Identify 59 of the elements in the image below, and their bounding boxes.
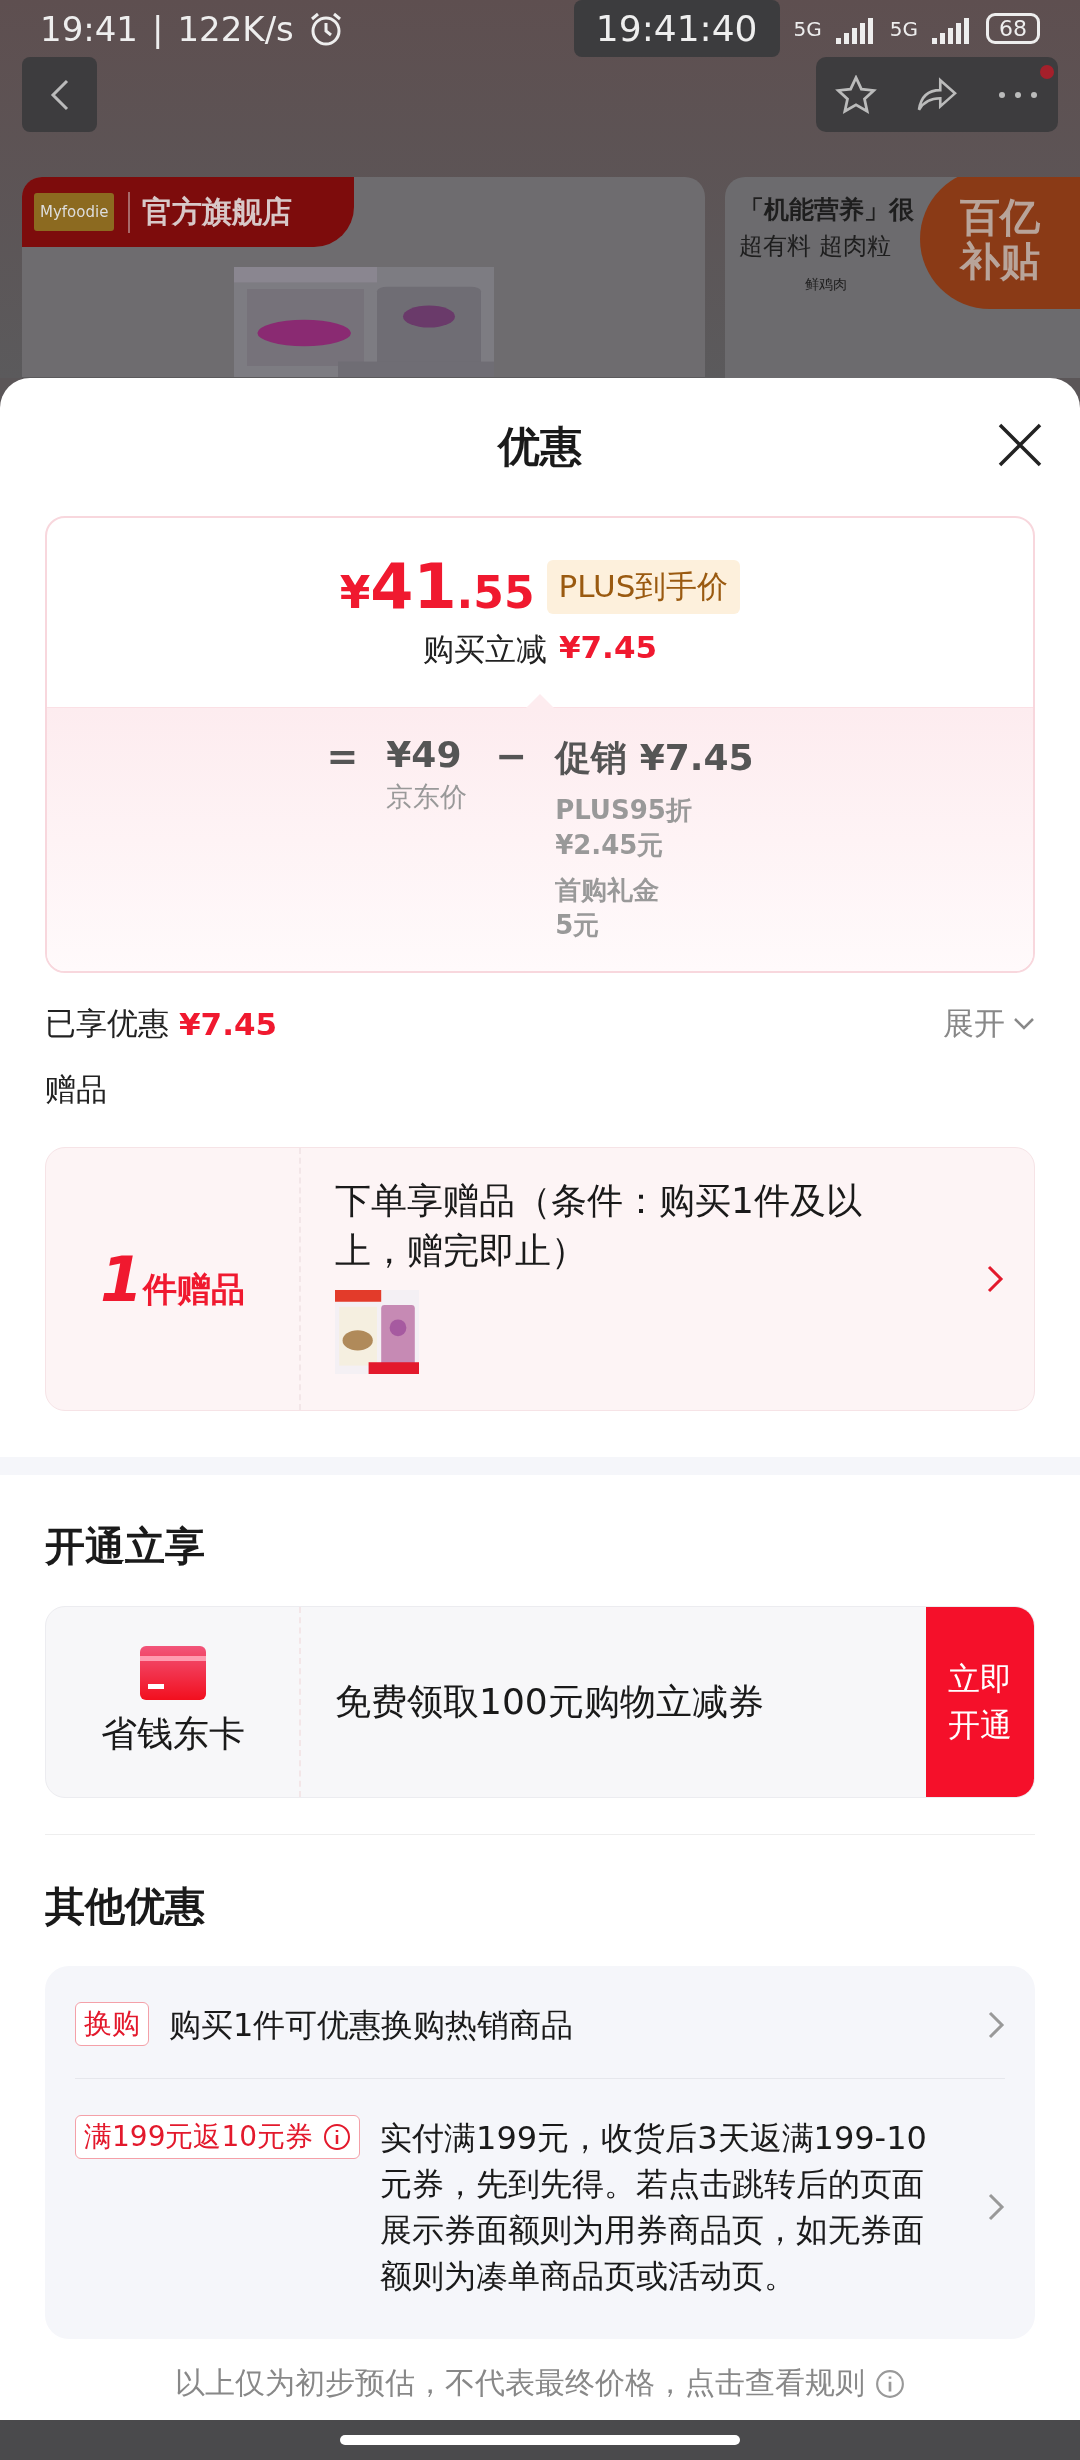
close-icon	[997, 421, 1043, 468]
more-icon	[997, 90, 1038, 99]
section-title: 赠品	[44, 1070, 108, 1109]
gift-card[interactable]: 1件赠品 下单享赠品（条件：购买1件及以上，赠完即止）	[45, 1147, 1035, 1411]
notification-dot	[1040, 65, 1054, 79]
network-type: 5G	[793, 16, 822, 41]
promotion-name: 首购礼金	[555, 874, 661, 907]
equals-sign: =	[326, 734, 359, 780]
subsidy-text: 百亿	[960, 195, 1040, 239]
chevron-right-icon	[986, 1264, 1004, 1294]
gift-count: 1件赠品	[99, 1242, 246, 1316]
card-label: 鲜鸡肉	[805, 276, 848, 294]
list-price-label: 京东价	[386, 780, 468, 814]
enjoyed-discount-amount: ¥7.45	[179, 1006, 278, 1042]
estimate-note: 以上仅为初步预估，不代表最终价格，点击查看规则	[175, 2364, 865, 2402]
minus-sign: −	[495, 734, 528, 780]
network-type: 5G	[889, 16, 918, 41]
plus-price-badge: PLUS到手价	[546, 559, 741, 614]
gift-description: 下单享赠品（条件：购买1件及以上，赠完即止）	[335, 1179, 863, 1273]
final-price: ¥41.55	[339, 550, 535, 623]
brand-logo: Myfoodie	[34, 193, 115, 231]
offer-tag: 换购	[75, 2002, 149, 2046]
offer-description: 购买1件可优惠换购热销商品	[169, 2005, 575, 2046]
offer-tag: 满199元返10元券	[75, 2115, 361, 2159]
instant-discount-label: 购买立减	[422, 630, 547, 669]
promotion-total: 促销 ¥7.45	[555, 736, 754, 780]
store-banner-text: 官方旗舰店	[128, 191, 293, 233]
chevron-down-icon	[1013, 1017, 1035, 1031]
expand-toggle[interactable]: 展开	[943, 1003, 1035, 1045]
back-button[interactable]	[22, 57, 97, 132]
section-heading: 开通立享	[44, 1522, 206, 1571]
promotion-name: PLUS95折	[555, 794, 693, 827]
enjoyed-discount-label: 已享优惠	[45, 1004, 169, 1043]
battery-indicator: 68	[986, 13, 1040, 44]
star-icon	[835, 74, 878, 115]
status-time: 19:41	[40, 8, 138, 49]
info-icon	[323, 2123, 352, 2151]
chevron-right-icon	[987, 2010, 1005, 2040]
activate-button[interactable]: 立即开通	[926, 1607, 1034, 1797]
chevron-right-icon	[987, 2192, 1005, 2222]
info-icon	[875, 2368, 905, 2399]
promotion-amount: 5元	[555, 909, 601, 942]
share-icon	[915, 76, 959, 113]
offer-description: 实付满199元，收货后3天返满199-10元券，先到先得。若点击跳转后的页面展示券面额则为用券商品页，如无券面额则为凑单商品页或活动页。	[380, 2118, 928, 2297]
clock-overlay: 19:41:40	[573, 0, 780, 57]
card-name: 省钱东卡	[100, 1711, 245, 1756]
network-speed: 122K/s	[177, 8, 294, 49]
card-icon	[139, 1645, 206, 1700]
back-icon	[49, 77, 70, 112]
sheet-title: 优惠	[498, 421, 582, 473]
list-price: ¥49	[386, 734, 463, 775]
section-heading: 其他优惠	[44, 1882, 206, 1931]
subsidy-text: 补贴	[960, 239, 1040, 283]
promotion-amount: ¥2.45元	[555, 829, 665, 862]
card-title: 「机能营养」很	[739, 194, 914, 226]
card-subtitle: 超有料 超肉粒	[739, 231, 891, 262]
membership-offer: 免费领取100元购物立减券	[334, 1679, 765, 1724]
instant-discount-amount: ¥7.45	[558, 629, 658, 667]
status-separator: |	[152, 8, 164, 49]
